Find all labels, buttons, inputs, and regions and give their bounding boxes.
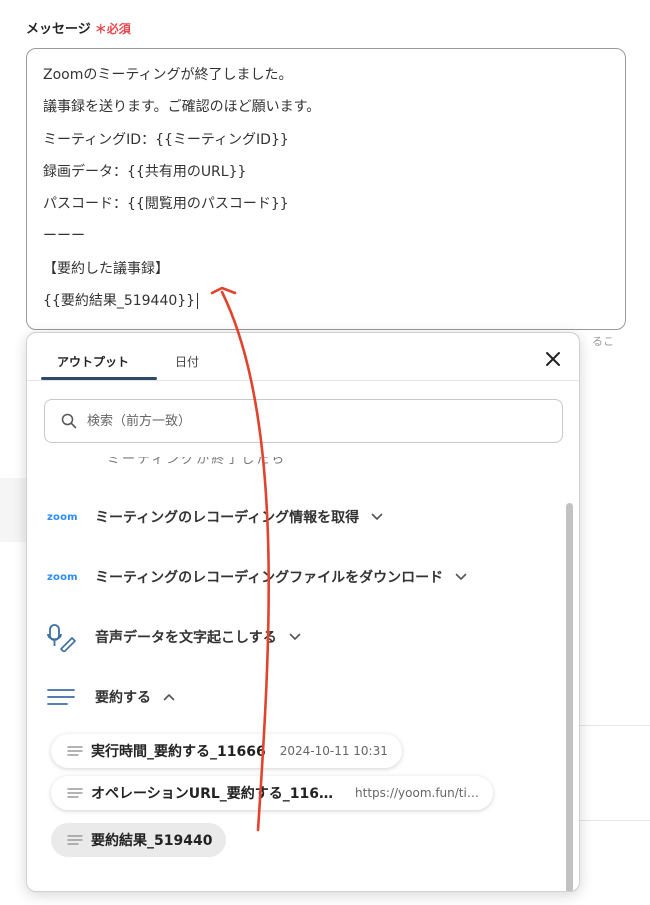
- operation-label: ミーティングのレコーディングファイルをダウンロード: [95, 570, 444, 586]
- background-divider: [580, 820, 650, 821]
- operation-label: ミーティングのレコーディング情報を取得: [95, 510, 360, 526]
- message-line-last: {{要約結果_519440}}: [43, 285, 625, 317]
- chevron-down-icon: [289, 633, 301, 641]
- operation-download-recording[interactable]: zoom ミーティングのレコーディングファイルをダウンロード: [47, 562, 467, 592]
- message-line: 議事録を送ります。ご確認のほど願います。: [43, 99, 321, 116]
- message-line: ミーティングID：{{ミーティングID}}: [43, 131, 289, 148]
- zoom-logo-icon: zoom: [47, 571, 78, 583]
- microphone-pen-icon: [47, 624, 76, 652]
- message-field-label: メッセージ ＊必須: [26, 18, 131, 37]
- operation-summarize[interactable]: 要約する: [47, 682, 175, 712]
- text-lines-icon: [67, 788, 83, 798]
- chevron-down-icon: [455, 573, 467, 581]
- message-line: 録画データ：{{共有用のURL}}: [43, 163, 247, 180]
- output-picker-popup: アウトプット 日付 ミーティングが終了したら zoom ミーティングのレコーディ…: [26, 332, 580, 892]
- output-value: https://yoom.fun/ti…: [355, 786, 479, 800]
- search-box[interactable]: [44, 399, 563, 443]
- message-line: 【要約した議事録】: [43, 260, 169, 277]
- operation-transcribe-audio[interactable]: 音声データを文字起こしする: [47, 622, 301, 652]
- chevron-up-icon: [163, 693, 175, 701]
- message-line: ーーー: [43, 228, 85, 245]
- text-caret: [197, 293, 199, 310]
- output-chip-execution-time[interactable]: 実行時間_要約する_11666 2024-10-11 10:31: [51, 734, 402, 768]
- field-label-text: メッセージ: [26, 22, 91, 37]
- output-name: オペレーションURL_要約する_116…: [91, 786, 334, 802]
- close-button[interactable]: [539, 345, 567, 373]
- search-input[interactable]: [85, 412, 509, 430]
- message-line: Zoomのミーティングが終了しました。: [43, 67, 293, 83]
- operation-get-recording-info[interactable]: zoom ミーティングのレコーディング情報を取得: [47, 502, 383, 532]
- output-name: 実行時間_要約する_11666: [91, 744, 266, 760]
- message-textarea[interactable]: Zoomのミーティングが終了しました。 議事録を送ります。ご確認のほど願います。…: [26, 48, 626, 330]
- text-lines-icon: [67, 746, 83, 756]
- tab-divider: [27, 380, 579, 381]
- summary-variable-text: {{要約結果_519440}}: [43, 293, 196, 310]
- chevron-down-icon: [371, 513, 383, 521]
- output-name: 要約結果_519440: [91, 833, 213, 849]
- scrollbar-thumb[interactable]: [566, 503, 573, 891]
- side-hint-text: るこ: [592, 335, 614, 348]
- cut-off-label: ミーティングが終了したら: [107, 457, 287, 467]
- search-icon: [61, 413, 77, 429]
- text-lines-icon: [67, 835, 83, 845]
- tab-date[interactable]: 日付: [175, 353, 199, 370]
- cut-off-list-item: ミーティングが終了したら: [107, 457, 287, 471]
- zoom-logo-icon: zoom: [47, 511, 78, 523]
- operation-label: 音声データを文字起こしする: [95, 630, 277, 646]
- tab-output[interactable]: アウトプット: [57, 353, 129, 370]
- output-chip-operation-url[interactable]: オペレーションURL_要約する_116… https://yoom.fun/ti…: [51, 776, 493, 810]
- output-value: 2024-10-11 10:31: [279, 744, 388, 758]
- required-badge: ＊必須: [94, 22, 131, 36]
- output-chip-summary-result[interactable]: 要約結果_519440: [51, 823, 227, 857]
- background-divider: [580, 725, 650, 726]
- summary-lines-icon: [47, 689, 75, 705]
- operation-label: 要約する: [95, 690, 151, 706]
- message-line: パスコード：{{閲覧用のパスコード}}: [43, 196, 289, 213]
- close-icon: [546, 352, 560, 366]
